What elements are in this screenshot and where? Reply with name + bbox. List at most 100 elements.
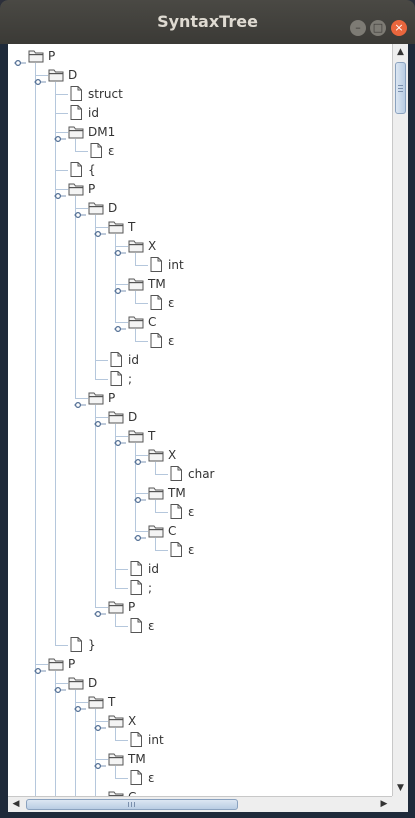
tree-folder-node[interactable]: X bbox=[128, 236, 156, 255]
title-bar[interactable]: SyntaxTree – □ × bbox=[0, 0, 415, 44]
tree-folder-node[interactable]: D bbox=[108, 407, 137, 426]
tree-folder-node[interactable]: T bbox=[128, 426, 155, 445]
tree-connector-line bbox=[135, 341, 148, 342]
tree-leaf-node[interactable]: id bbox=[128, 559, 159, 578]
tree-node-label: ; bbox=[128, 371, 133, 386]
expand-toggle-icon[interactable] bbox=[94, 413, 106, 428]
tree-leaf-node[interactable]: } bbox=[68, 635, 96, 654]
tree-connector-line bbox=[75, 151, 88, 152]
scroll-down-arrow-icon[interactable]: ▼ bbox=[393, 780, 408, 796]
expand-toggle-icon[interactable] bbox=[54, 128, 66, 143]
folder-icon bbox=[88, 389, 104, 406]
folder-icon bbox=[128, 237, 144, 254]
close-button[interactable]: × bbox=[391, 20, 407, 36]
tree-leaf-node[interactable]: char bbox=[168, 464, 215, 483]
tree-node-label: ε bbox=[108, 143, 115, 158]
tree-folder-node[interactable]: C bbox=[128, 312, 156, 331]
tree-folder-node[interactable]: P bbox=[68, 179, 95, 198]
tree-leaf-node[interactable]: ε bbox=[168, 502, 195, 521]
tree-leaf-node[interactable]: ε bbox=[168, 540, 195, 559]
tree-folder-node[interactable]: X bbox=[148, 445, 176, 464]
horizontal-scroll-thumb[interactable] bbox=[26, 799, 238, 810]
tree-leaf-node[interactable]: struct bbox=[68, 84, 123, 103]
vertical-scroll-thumb[interactable] bbox=[395, 62, 406, 114]
expand-toggle-icon[interactable] bbox=[134, 527, 146, 542]
tree-folder-node[interactable]: X bbox=[108, 711, 136, 730]
folder-icon bbox=[88, 199, 104, 216]
tree-folder-node[interactable]: TM bbox=[148, 483, 186, 502]
tree-leaf-node[interactable]: ε bbox=[88, 141, 115, 160]
scroll-right-arrow-icon[interactable]: ▶ bbox=[376, 797, 392, 812]
tree-folder-node[interactable]: P bbox=[28, 46, 55, 65]
expand-toggle-icon[interactable] bbox=[74, 394, 86, 409]
tree-leaf-node[interactable]: id bbox=[68, 103, 99, 122]
tree-folder-node[interactable]: D bbox=[48, 65, 77, 84]
expand-toggle-icon[interactable] bbox=[94, 603, 106, 618]
tree-leaf-node[interactable]: { bbox=[68, 160, 96, 179]
folder-icon bbox=[108, 788, 124, 796]
expand-toggle-icon[interactable] bbox=[54, 185, 66, 200]
expand-toggle-icon[interactable] bbox=[114, 318, 126, 333]
scroll-up-arrow-icon[interactable]: ▲ bbox=[393, 44, 408, 60]
maximize-button[interactable]: □ bbox=[370, 20, 386, 36]
tree-leaf-node[interactable]: ; bbox=[108, 369, 132, 388]
tree-node-label: { bbox=[88, 162, 96, 177]
expand-toggle-icon[interactable] bbox=[74, 204, 86, 219]
expand-toggle-icon[interactable] bbox=[74, 698, 86, 713]
file-icon bbox=[108, 370, 124, 387]
tree-folder-node[interactable]: T bbox=[88, 692, 115, 711]
folder-icon bbox=[148, 522, 164, 539]
file-icon bbox=[108, 351, 124, 368]
expand-toggle-icon[interactable] bbox=[134, 489, 146, 504]
tree-node-label: ε bbox=[148, 770, 155, 785]
tree-leaf-node[interactable]: ε bbox=[148, 331, 175, 350]
tree-leaf-node[interactable]: ; bbox=[128, 578, 152, 597]
tree-folder-node[interactable]: C bbox=[148, 521, 176, 540]
tree-folder-node[interactable]: D bbox=[68, 673, 97, 692]
tree-connector-line bbox=[55, 82, 56, 645]
expand-toggle-icon[interactable] bbox=[114, 280, 126, 295]
expand-toggle-icon[interactable] bbox=[54, 679, 66, 694]
folder-icon bbox=[108, 408, 124, 425]
tree-folder-node[interactable]: TM bbox=[108, 749, 146, 768]
minimize-button[interactable]: – bbox=[350, 20, 366, 36]
tree-node-label: C bbox=[148, 314, 157, 329]
tree-leaf-node[interactable]: int bbox=[148, 255, 184, 274]
tree-leaf-node[interactable]: ε bbox=[148, 293, 175, 312]
tree-node-label: D bbox=[128, 409, 138, 424]
expand-toggle-icon[interactable] bbox=[34, 71, 46, 86]
expand-toggle-icon[interactable] bbox=[134, 451, 146, 466]
tree-node-label: D bbox=[68, 67, 78, 82]
expand-toggle-icon[interactable] bbox=[14, 52, 26, 67]
tree-folder-node[interactable]: TM bbox=[128, 274, 166, 293]
vertical-scrollbar[interactable]: ▲ ▼ bbox=[392, 44, 408, 796]
expand-toggle-icon[interactable] bbox=[94, 717, 106, 732]
scroll-left-arrow-icon[interactable]: ◀ bbox=[8, 797, 24, 812]
tree-connector-line bbox=[155, 512, 168, 513]
tree-folder-node[interactable]: P bbox=[108, 597, 135, 616]
expand-toggle-icon[interactable] bbox=[114, 242, 126, 257]
tree-folder-node[interactable]: DM1 bbox=[68, 122, 115, 141]
tree-connector-line bbox=[55, 645, 68, 646]
tree-leaf-node[interactable]: int bbox=[128, 730, 164, 749]
tree-node-label: DM1 bbox=[88, 124, 116, 139]
tree-connector-line bbox=[95, 215, 96, 379]
syntax-tree-window: SyntaxTree – □ × P Dstruct id DM1 ε{P D T Xint T… bbox=[0, 0, 415, 818]
horizontal-scrollbar[interactable]: ◀ ▶ bbox=[8, 796, 392, 812]
tree-node-label: P bbox=[108, 390, 116, 405]
tree-leaf-node[interactable]: ε bbox=[128, 768, 155, 787]
tree-folder-node[interactable]: C bbox=[108, 787, 136, 796]
tree-folder-node[interactable]: D bbox=[88, 198, 117, 217]
tree-leaf-node[interactable]: id bbox=[108, 350, 139, 369]
expand-toggle-icon[interactable] bbox=[94, 755, 106, 770]
file-icon bbox=[68, 104, 84, 121]
tree-folder-node[interactable]: P bbox=[48, 654, 75, 673]
expand-toggle-icon[interactable] bbox=[34, 660, 46, 675]
tree-folder-node[interactable]: T bbox=[108, 217, 135, 236]
syntax-tree[interactable]: P Dstruct id DM1 ε{P D T Xint TM ε Cε id; P D T Xchar TM… bbox=[8, 44, 392, 796]
tree-connector-line bbox=[135, 265, 148, 266]
expand-toggle-icon[interactable] bbox=[114, 432, 126, 447]
expand-toggle-icon[interactable] bbox=[94, 223, 106, 238]
tree-folder-node[interactable]: P bbox=[88, 388, 115, 407]
tree-leaf-node[interactable]: ε bbox=[128, 616, 155, 635]
